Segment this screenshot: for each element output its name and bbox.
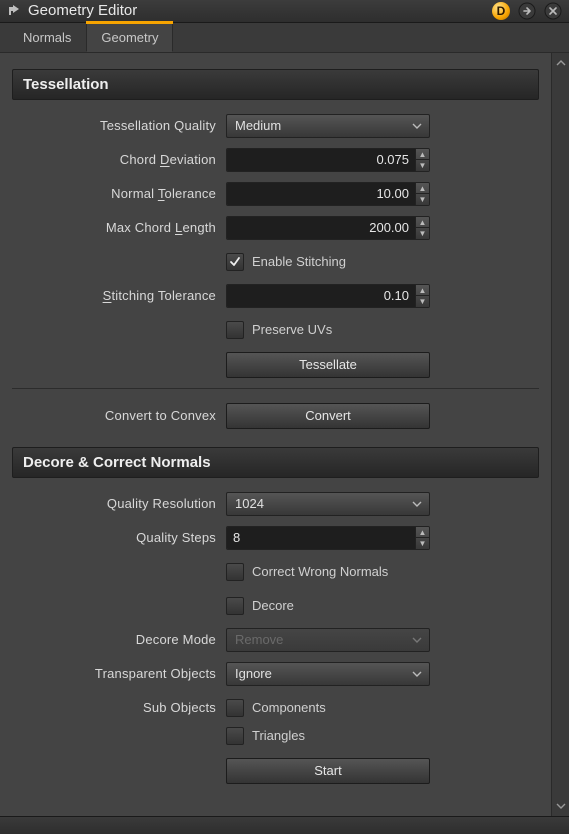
spinner-buttons[interactable]: ▲▼ xyxy=(415,149,429,171)
decore-heading: Decore & Correct Normals xyxy=(12,447,539,478)
checkbox-icon xyxy=(226,563,244,581)
tessellation-quality-dropdown[interactable]: Medium xyxy=(226,114,430,138)
enable-stitching-label: Enable Stitching xyxy=(252,254,346,269)
components-checkbox[interactable]: Components xyxy=(226,696,430,720)
decore-label: Decore xyxy=(252,598,294,613)
correct-wrong-normals-label: Correct Wrong Normals xyxy=(252,564,388,579)
triangles-checkbox[interactable]: Triangles xyxy=(226,724,430,748)
spinner-buttons[interactable]: ▲▼ xyxy=(415,183,429,205)
max-chord-length-input[interactable] xyxy=(227,217,415,239)
chord-deviation-spinner[interactable]: ▲▼ xyxy=(226,148,430,172)
preserve-uvs-checkbox[interactable]: Preserve UVs xyxy=(226,318,430,342)
quality-steps-spinner[interactable]: ▲▼ xyxy=(226,526,430,550)
max-chord-length-spinner[interactable]: ▲▼ xyxy=(226,216,430,240)
tab-strip: Normals Geometry xyxy=(0,23,569,52)
detach-icon[interactable] xyxy=(517,1,537,21)
content-area: Tessellation Tessellation Quality Medium xyxy=(0,52,569,816)
correct-wrong-normals-checkbox[interactable]: Correct Wrong Normals xyxy=(226,560,430,584)
spinner-buttons[interactable]: ▲▼ xyxy=(415,285,429,307)
tab-normals[interactable]: Normals xyxy=(8,23,86,52)
scrollbar[interactable] xyxy=(551,53,569,816)
chord-deviation-label: Chord Deviation xyxy=(12,152,226,167)
enable-stitching-checkbox[interactable]: Enable Stitching xyxy=(226,250,430,274)
transparent-objects-label: Transparent Objects xyxy=(12,666,226,681)
checkbox-icon xyxy=(226,727,244,745)
sub-objects-label: Sub Objects xyxy=(12,696,226,715)
normal-tolerance-input[interactable] xyxy=(227,183,415,205)
titlebar: Geometry Editor D xyxy=(0,0,569,23)
stitching-tolerance-input[interactable] xyxy=(227,285,415,307)
checkbox-icon xyxy=(226,699,244,717)
divider xyxy=(12,388,539,389)
spinner-buttons[interactable]: ▲▼ xyxy=(415,217,429,239)
scroll-down-icon[interactable] xyxy=(552,798,569,814)
d-badge[interactable]: D xyxy=(491,1,511,21)
scroll-up-icon[interactable] xyxy=(552,55,569,71)
stitching-tolerance-spinner[interactable]: ▲▼ xyxy=(226,284,430,308)
chevron-down-icon xyxy=(409,632,425,648)
window-title: Geometry Editor xyxy=(28,2,485,19)
triangles-label: Triangles xyxy=(252,728,305,743)
statusbar xyxy=(0,816,569,834)
preserve-uvs-label: Preserve UVs xyxy=(252,322,332,337)
app-icon xyxy=(6,3,22,19)
chevron-down-icon xyxy=(409,666,425,682)
tessellation-heading: Tessellation xyxy=(12,69,539,100)
section-decore: Decore & Correct Normals Quality Resolut… xyxy=(12,447,539,784)
max-chord-length-label: Max Chord Length xyxy=(12,220,226,235)
quality-steps-input[interactable] xyxy=(227,527,415,549)
checkbox-icon xyxy=(226,321,244,339)
start-button[interactable]: Start xyxy=(226,758,430,784)
decore-checkbox[interactable]: Decore xyxy=(226,594,430,618)
chevron-down-icon xyxy=(409,496,425,512)
quality-resolution-dropdown[interactable]: 1024 xyxy=(226,492,430,516)
checkbox-icon xyxy=(226,597,244,615)
tessellation-quality-label: Tessellation Quality xyxy=(12,118,226,133)
checkbox-icon xyxy=(226,253,244,271)
tab-geometry[interactable]: Geometry xyxy=(86,23,173,52)
section-tessellation: Tessellation Tessellation Quality Medium xyxy=(12,69,539,429)
tessellate-button[interactable]: Tessellate xyxy=(226,352,430,378)
decore-mode-dropdown[interactable]: Remove xyxy=(226,628,430,652)
quality-steps-label: Quality Steps xyxy=(12,530,226,545)
normal-tolerance-label: Normal Tolerance xyxy=(12,186,226,201)
decore-mode-label: Decore Mode xyxy=(12,632,226,647)
normal-tolerance-spinner[interactable]: ▲▼ xyxy=(226,182,430,206)
components-label: Components xyxy=(252,700,326,715)
chevron-down-icon xyxy=(409,118,425,134)
transparent-objects-dropdown[interactable]: Ignore xyxy=(226,662,430,686)
stitching-tolerance-label: Stitching Tolerance xyxy=(12,288,226,303)
chord-deviation-input[interactable] xyxy=(227,149,415,171)
convert-button[interactable]: Convert xyxy=(226,403,430,429)
quality-resolution-label: Quality Resolution xyxy=(12,496,226,511)
spinner-buttons[interactable]: ▲▼ xyxy=(415,527,429,549)
convert-to-convex-label: Convert to Convex xyxy=(12,408,226,423)
close-icon[interactable] xyxy=(543,1,563,21)
window: Geometry Editor D Normals Geometry Tesse… xyxy=(0,0,569,834)
